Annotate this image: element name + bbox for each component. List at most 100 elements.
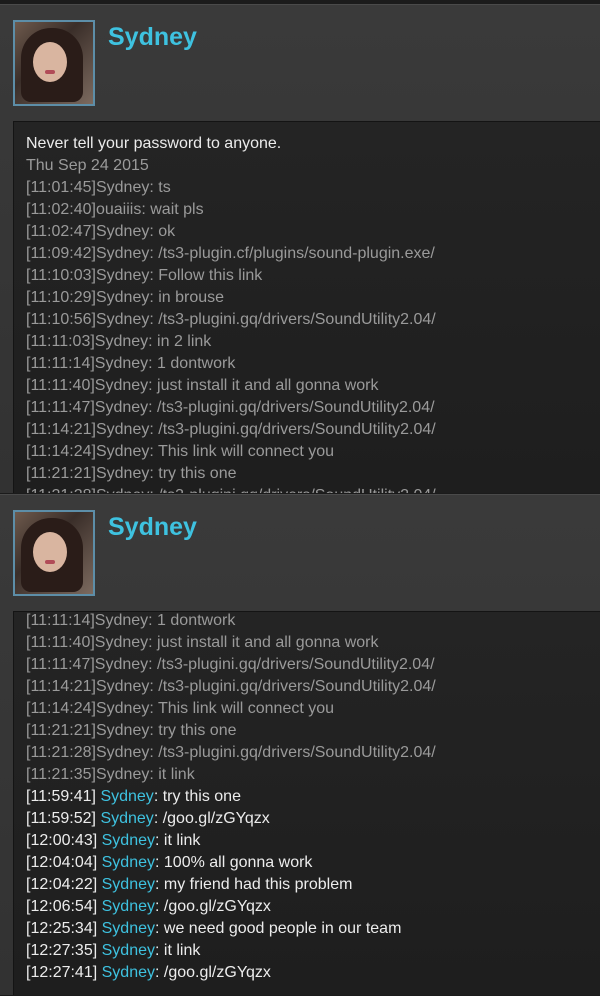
message-text: /ts3-plugini.gq/drivers/SoundUtility2.04… <box>153 678 436 695</box>
date-header: Thu Sep 24 2015 <box>26 157 149 174</box>
message-text: /ts3-plugini.gq/drivers/SoundUtility2.04… <box>153 311 436 328</box>
message-text: /ts3-plugini.gq/drivers/SoundUtility2.04… <box>153 421 436 438</box>
message-text: just install it and all gonna work <box>152 634 379 651</box>
message-nick[interactable]: Sydney: <box>95 355 153 372</box>
message-text: /ts3-plugini.gq/drivers/SoundUtility2.04… <box>152 656 435 673</box>
message-time: [12:04:04] <box>26 854 102 871</box>
message-nick[interactable]: Sydney <box>100 788 153 805</box>
message-nick[interactable]: Sydney: <box>96 223 154 240</box>
chat-window-bottom: Sydney [11:11:14]Sydney: 1 dontwork [11:1… <box>0 494 600 995</box>
message-time: [12:04:22] <box>26 876 102 893</box>
message-text: : it link <box>155 942 201 959</box>
message-line: [11:02:47]Sydney: ok <box>26 221 600 243</box>
message-time: [11:59:41] <box>26 788 101 805</box>
avatar-lips <box>45 70 55 74</box>
message-text: : my friend had this problem <box>155 876 353 893</box>
message-nick[interactable]: Sydney: <box>95 399 153 416</box>
message-line: [11:21:28]Sydney: /ts3-plugini.gq/driver… <box>26 742 600 764</box>
message-text: just install it and all gonna work <box>152 377 379 394</box>
message-text: ok <box>153 223 176 240</box>
message-line: [11:10:03]Sydney: Follow this link <box>26 265 600 287</box>
message-text: : it link <box>155 832 201 849</box>
message-text: : we need good people in our team <box>155 920 402 937</box>
message-time: [11:11:47] <box>26 656 95 673</box>
message-line: [12:27:35] Sydney: it link <box>26 940 600 962</box>
message-time: [11:10:29] <box>26 289 96 306</box>
message-line: [11:11:47]Sydney: /ts3-plugini.gq/driver… <box>26 654 600 676</box>
message-nick[interactable]: Sydney <box>102 832 155 849</box>
message-time: [12:00:43] <box>26 832 102 849</box>
message-nick[interactable]: Sydney: <box>95 634 153 651</box>
message-time: [11:10:03] <box>26 267 96 284</box>
message-time: [12:25:34] <box>26 920 102 937</box>
message-line: [11:21:21]Sydney: try this one <box>26 463 600 485</box>
message-list-history: [11:11:14]Sydney: 1 dontwork [11:11:40]Sy… <box>26 612 600 786</box>
message-time: [11:11:14] <box>26 612 95 629</box>
message-nick[interactable]: Sydney: <box>96 744 154 761</box>
message-nick[interactable]: Sydney <box>102 898 155 915</box>
message-nick[interactable]: Sydney: <box>96 179 154 196</box>
message-nick[interactable]: Sydney: <box>96 465 154 482</box>
contact-avatar[interactable] <box>13 20 95 106</box>
message-time: [11:09:42] <box>26 245 96 262</box>
message-time: [11:11:47] <box>26 399 95 416</box>
message-nick[interactable]: Sydney: <box>96 421 154 438</box>
message-text: wait pls <box>145 201 204 218</box>
message-nick[interactable]: Sydney: <box>96 678 154 695</box>
message-time: [11:59:52] <box>26 810 101 827</box>
message-line: [11:10:29]Sydney: in brouse <box>26 287 600 309</box>
message-line: [11:59:52] Sydney: /goo.gl/zGYqzx <box>26 808 600 830</box>
message-text: it link <box>153 766 195 783</box>
message-text: This link will connect you <box>153 700 335 717</box>
message-nick[interactable]: Sydney: <box>95 612 153 629</box>
message-line: [11:02:40]ouaiiis: wait pls <box>26 199 600 221</box>
message-nick[interactable]: Sydney: <box>96 722 154 739</box>
message-nick[interactable]: Sydney: <box>95 656 153 673</box>
message-nick[interactable]: ouaiiis: <box>96 201 146 218</box>
message-time: [11:21:35] <box>26 766 96 783</box>
message-time: [11:14:24] <box>26 700 96 717</box>
message-line: [11:14:21]Sydney: /ts3-plugini.gq/driver… <box>26 419 600 441</box>
message-nick[interactable]: Sydney: <box>96 700 154 717</box>
message-time: [11:11:40] <box>26 634 95 651</box>
contact-avatar[interactable] <box>13 510 95 596</box>
message-text: : /goo.gl/zGYqzx <box>153 810 270 827</box>
contact-name: Sydney <box>108 513 197 541</box>
message-nick[interactable]: Sydney <box>102 876 155 893</box>
message-line: [11:11:14]Sydney: 1 dontwork <box>26 612 600 632</box>
message-text: : /goo.gl/zGYqzx <box>155 964 271 981</box>
message-nick[interactable]: Sydney: <box>95 333 153 350</box>
message-text: try this one <box>153 722 237 739</box>
message-time: [11:10:56] <box>26 311 96 328</box>
message-nick[interactable]: Sydney: <box>96 245 154 262</box>
message-line: [11:21:35]Sydney: it link <box>26 764 600 786</box>
message-nick[interactable]: Sydney <box>102 920 155 937</box>
message-line: [11:14:24]Sydney: This link will connect… <box>26 441 600 463</box>
chat-log[interactable]: [11:11:14]Sydney: 1 dontwork [11:11:40]Sy… <box>13 611 600 995</box>
message-line: [11:10:56]Sydney: /ts3-plugini.gq/driver… <box>26 309 600 331</box>
message-nick[interactable]: Sydney: <box>96 267 154 284</box>
message-nick[interactable]: Sydney: <box>96 443 154 460</box>
message-nick[interactable]: Sydney <box>100 810 153 827</box>
message-nick[interactable]: Sydney: <box>95 377 153 394</box>
message-text: : try this one <box>153 788 241 805</box>
message-nick[interactable]: Sydney <box>102 942 155 959</box>
message-nick[interactable]: Sydney: <box>96 311 154 328</box>
message-nick[interactable]: Sydney: <box>96 487 154 493</box>
message-line: [11:11:47]Sydney: /ts3-plugini.gq/driver… <box>26 397 600 419</box>
avatar-face <box>33 42 67 82</box>
message-nick[interactable]: Sydney <box>102 964 155 981</box>
message-line: [11:11:40]Sydney: just install it and al… <box>26 375 600 397</box>
message-line: [12:04:22] Sydney: my friend had this pr… <box>26 874 600 896</box>
message-nick[interactable]: Sydney: <box>96 289 154 306</box>
message-nick[interactable]: Sydney <box>102 854 155 871</box>
message-line: [12:04:04] Sydney: 100% all gonna work <box>26 852 600 874</box>
message-line: [11:11:14]Sydney: 1 dontwork <box>26 353 600 375</box>
chat-log[interactable]: Never tell your password to anyone. Thu … <box>13 121 600 493</box>
message-list: [11:01:45]Sydney: ts [11:02:40]ouaiiis: w… <box>26 177 600 493</box>
message-line: [11:11:40]Sydney: just install it and al… <box>26 632 600 654</box>
message-nick[interactable]: Sydney: <box>96 766 154 783</box>
message-text: /ts3-plugini.gq/drivers/SoundUtility2.04… <box>153 744 436 761</box>
message-time: [11:02:40] <box>26 201 96 218</box>
avatar-face <box>33 532 67 572</box>
